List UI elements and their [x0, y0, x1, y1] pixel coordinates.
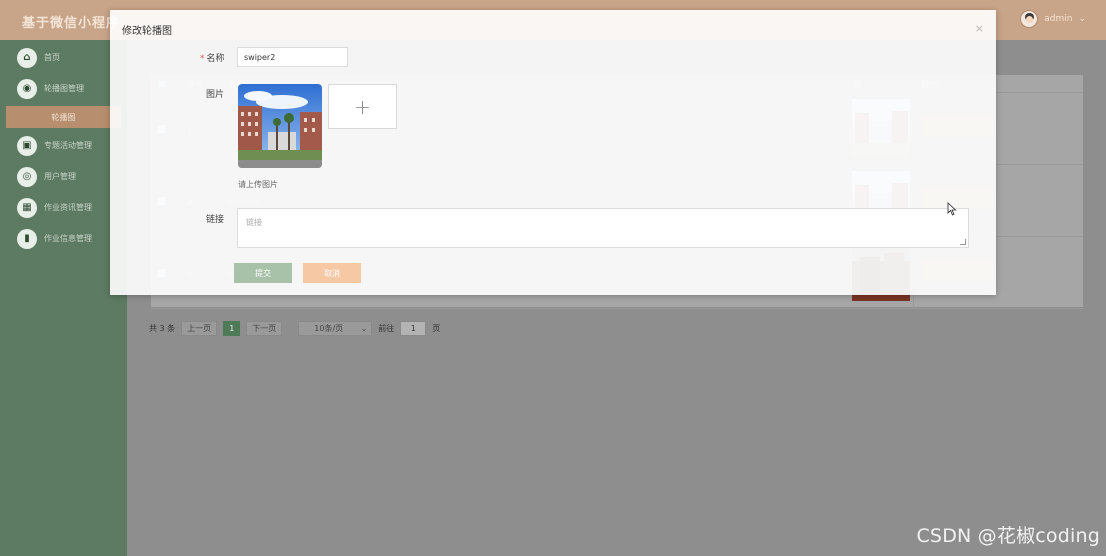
page-size-value: 10条/页 [314, 324, 344, 333]
chevron-down-icon: ⌄ [360, 324, 368, 333]
panel-icon: ▮ [17, 228, 37, 249]
disc-icon: ◉ [17, 78, 37, 99]
sidebar-item-label: 用户管理 [44, 172, 76, 181]
next-page-button[interactable]: 下一页 [246, 321, 283, 336]
sidebar-item-homework-info[interactable]: ▮ 作业信息管理 [0, 223, 127, 254]
upload-add-button[interactable]: + [328, 84, 397, 129]
name-input[interactable]: swiper2 [237, 47, 348, 67]
sidebar: ⌂ 首页 ◉ 轮播图管理 轮播图 ▣ 专题活动管理 ◎ 用户管理 ▦ 作业资讯管… [0, 40, 127, 556]
sidebar-item-label: 作业信息管理 [44, 234, 92, 243]
goto-page-input[interactable]: 1 [400, 321, 427, 336]
sidebar-item-activity-manage[interactable]: ▣ 专题活动管理 [0, 130, 127, 161]
edit-swiper-dialog: 修改轮播图 × * 名称 swiper2 图片 + 请上传图片 链接 链接 提交… [110, 10, 996, 295]
sidebar-item-home[interactable]: ⌂ 首页 [0, 42, 127, 73]
sidebar-item-label: 专题活动管理 [44, 141, 92, 150]
home-icon: ⌂ [17, 47, 37, 68]
cancel-button[interactable]: 取消 [303, 263, 361, 283]
pagination: 共 3 条 上一页 1 下一页 10条/页 ⌄ 前往 1 页 [149, 321, 440, 336]
dialog-title: 修改轮播图 [122, 26, 172, 37]
user-name[interactable]: admin [1044, 14, 1072, 24]
avatar[interactable] [1020, 10, 1039, 28]
bag-icon: ▣ [17, 135, 37, 156]
app-brand: 基于微信小程序 [22, 16, 121, 31]
chevron-down-icon[interactable]: ⌄ [1078, 14, 1086, 24]
link-field-label: 链接 [206, 215, 225, 225]
link-placeholder: 链接 [246, 218, 262, 227]
upload-hint: 请上传图片 [238, 180, 278, 189]
required-asterisk: * [200, 54, 205, 64]
badge-icon: ◎ [17, 166, 37, 187]
close-icon[interactable]: × [975, 22, 984, 35]
link-textarea[interactable]: 链接 [237, 208, 969, 248]
uploaded-image-thumbnail[interactable] [238, 84, 322, 168]
name-label-text: 名称 [206, 54, 225, 64]
mouse-cursor-icon [947, 202, 957, 216]
pagination-total: 共 3 条 [149, 324, 176, 333]
sidebar-item-homework-news[interactable]: ▦ 作业资讯管理 [0, 192, 127, 223]
watermark: CSDN @花椒coding [916, 525, 1100, 547]
page-unit-label: 页 [432, 324, 441, 333]
grid-icon: ▦ [17, 197, 37, 218]
sidebar-item-swiper-manage[interactable]: ◉ 轮播图管理 [0, 73, 127, 104]
name-field-label: * 名称 [200, 51, 225, 64]
page-size-select[interactable]: 10条/页 ⌄ [298, 321, 373, 336]
sidebar-item-label: 首页 [44, 53, 60, 62]
sidebar-item-label: 轮播图管理 [44, 84, 84, 93]
sidebar-item-label: 作业资讯管理 [44, 203, 92, 212]
submit-button[interactable]: 提交 [234, 263, 292, 283]
resize-handle-icon[interactable] [960, 239, 966, 245]
page-number-button[interactable]: 1 [223, 321, 241, 336]
sidebar-item-user-manage[interactable]: ◎ 用户管理 [0, 161, 127, 192]
prev-page-button[interactable]: 上一页 [181, 321, 218, 336]
sidebar-subitem-swiper[interactable]: 轮播图 [6, 106, 121, 128]
goto-label: 前往 [378, 324, 395, 333]
image-field-label: 图片 [206, 90, 225, 100]
user-menu[interactable]: admin ⌄ [1020, 10, 1086, 28]
